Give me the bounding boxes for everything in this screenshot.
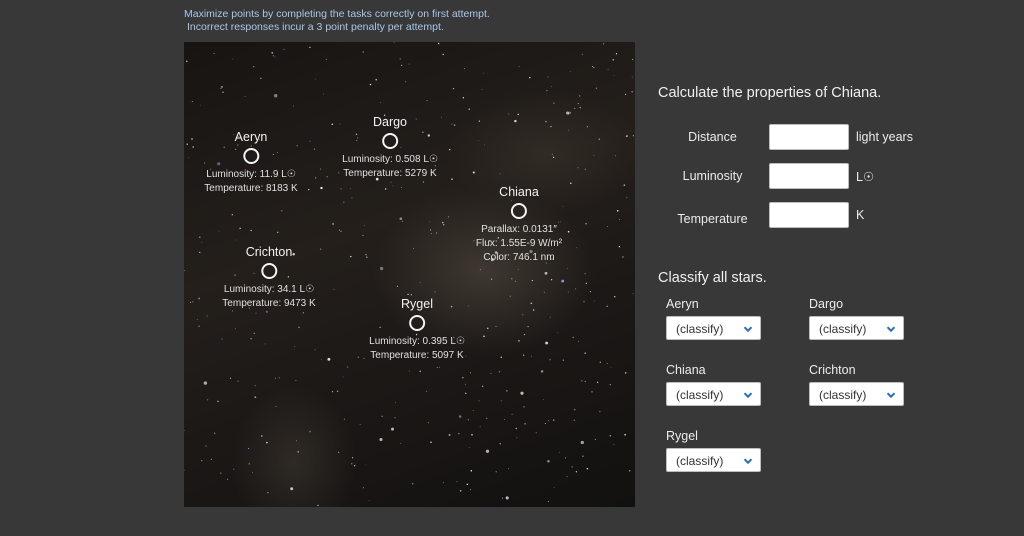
classify-dargo: Dargo (classify) [809,296,919,340]
classify-chiana: Chiana (classify) [666,362,776,406]
luminosity-unit: L☉ [856,170,875,184]
classify-rygel: Rygel (classify) [666,428,776,472]
star-crichton: Crichton Luminosity: 34.1 L☉ Temperature… [222,245,315,311]
instruction-line-1: Maximize points by completing the tasks … [184,8,490,20]
chevron-down-icon [886,392,896,399]
temperature-label: Temperature [677,212,748,226]
instruction-line-2: Incorrect responses incur a 3 point pena… [187,21,444,33]
classify-select[interactable]: (classify) [809,382,904,406]
star-color: Color: 746.1 nm [483,252,555,263]
star-parallax: Parallax: 0.0131″ [481,224,557,235]
select-value: (classify) [819,388,867,402]
luminosity-input[interactable] [769,163,849,189]
star-temperature: Temperature: 8183 K [204,183,298,194]
star-name: Rygel [401,297,433,311]
star-temperature: Temperature: 9473 K [222,298,316,309]
star-luminosity: Luminosity: 34.1 L☉ [223,284,315,295]
temperature-input[interactable] [769,202,849,228]
classify-label: Rygel [666,429,698,443]
star-luminosity: Luminosity: 11.9 L☉ [206,169,296,180]
star-chiana: Chiana Parallax: 0.0131″ Flux: 1.55E-9 W… [476,185,562,265]
distance-label: Distance [688,130,737,144]
classify-select[interactable]: (classify) [809,316,904,340]
classify-title: Classify all stars. [658,270,767,286]
circle-outline-icon [242,148,259,164]
circle-outline-icon [409,315,425,331]
circle-outline-icon [510,203,527,219]
select-value: (classify) [676,322,724,336]
star-name: Dargo [372,115,408,129]
star-aeryn: Aeryn Luminosity: 11.9 L☉ Temperature: 8… [204,130,297,196]
temperature-unit: K [856,208,865,222]
instructions: Maximize points by completing the tasks … [184,8,490,34]
star-temperature: Temperature: 5097 K [370,350,464,361]
star-name: Aeryn [234,130,268,144]
select-value: (classify) [676,454,724,468]
star-name: Crichton [245,245,293,259]
chevron-down-icon [743,392,753,399]
classify-label: Crichton [809,363,856,377]
star-field-image: Aeryn Luminosity: 11.9 L☉ Temperature: 8… [184,42,635,507]
star-dargo: Dargo Luminosity: 0.508 L☉ Temperature: … [342,115,438,181]
distance-unit: light years [856,130,913,144]
circle-outline-icon [260,263,277,279]
select-value: (classify) [819,322,867,336]
classify-aeryn: Aeryn (classify) [666,296,776,340]
distance-input[interactable] [769,124,849,150]
chevron-down-icon [886,326,896,333]
star-temperature: Temperature: 5279 K [343,168,437,179]
star-flux: Flux: 1.55E-9 W/m² [475,238,563,249]
chevron-down-icon [743,326,753,333]
classify-crichton: Crichton (classify) [809,362,919,406]
classify-select[interactable]: (classify) [666,448,761,472]
luminosity-label: Luminosity [682,169,743,183]
select-value: (classify) [676,388,724,402]
chevron-down-icon [743,458,753,465]
classify-label: Chiana [666,363,706,377]
star-name: Chiana [499,185,539,199]
classify-label: Dargo [809,297,844,311]
circle-outline-icon [382,133,398,149]
star-luminosity: Luminosity: 0.508 L☉ [342,154,438,165]
properties-title: Calculate the properties of Chiana. [658,85,882,101]
classify-select[interactable]: (classify) [666,382,761,406]
classify-select[interactable]: (classify) [666,316,761,340]
star-rygel: Rygel Luminosity: 0.395 L☉ Temperature: … [369,297,465,363]
star-luminosity: Luminosity: 0.395 L☉ [369,336,465,347]
classify-label: Aeryn [666,297,699,311]
